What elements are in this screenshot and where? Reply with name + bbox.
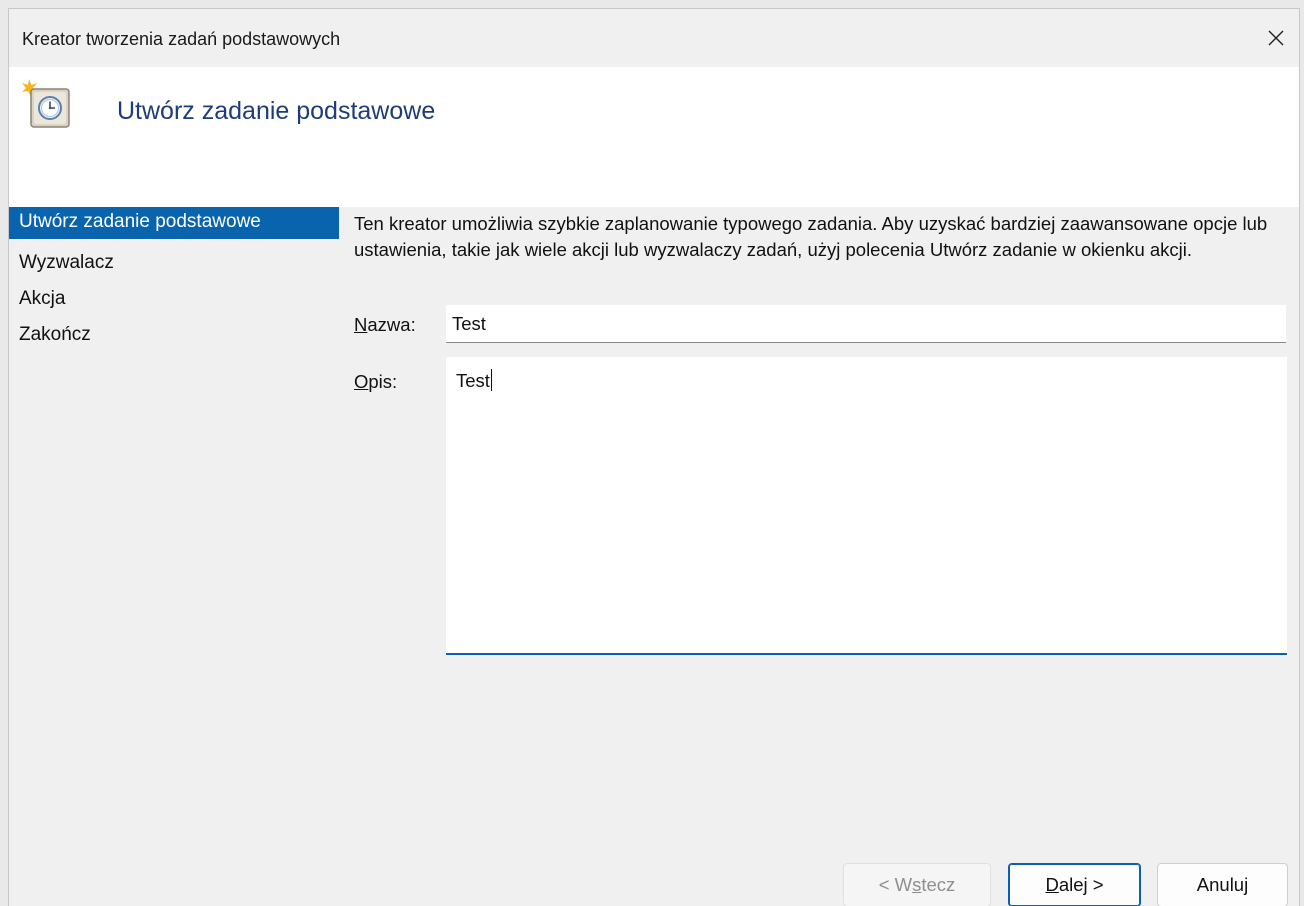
step-label: Utwórz zadanie podstawowe: [19, 211, 261, 232]
description-label: Opis:: [354, 371, 397, 393]
name-label-text: azwa:: [367, 314, 416, 335]
name-input[interactable]: [446, 305, 1286, 343]
task-scheduler-clock-icon: [22, 79, 70, 128]
close-icon: [1268, 30, 1284, 46]
text-caret: [490, 369, 492, 391]
wizard-content: Ten kreator umożliwia szybkie zaplanowan…: [354, 207, 1294, 263]
description-textarea[interactable]: Test: [446, 357, 1287, 655]
wizard-steps-list: Utwórz zadanie podstawowe Wyzwalacz Akcj…: [9, 207, 339, 353]
step-finish[interactable]: Zakończ: [9, 317, 339, 353]
step-label: Zakończ: [19, 324, 91, 345]
next-label-accel: D: [1045, 874, 1059, 895]
description-label-text: pis:: [368, 371, 398, 392]
name-label-accelerator: N: [354, 314, 368, 335]
back-button[interactable]: < Ws tecz: [843, 863, 991, 906]
name-label: Nazwa:: [354, 314, 416, 336]
back-label-post: tecz: [921, 874, 956, 895]
close-button[interactable]: [1253, 9, 1299, 67]
title-bar[interactable]: Kreator tworzenia zadań podstawowych: [9, 9, 1299, 67]
wizard-header: Utwórz zadanie podstawowe: [9, 67, 1299, 207]
back-label-pre: < W: [878, 874, 913, 895]
page-title: Utwórz zadanie podstawowe: [117, 97, 436, 125]
cancel-button[interactable]: Anuluj: [1157, 863, 1288, 906]
cancel-label: Anuluj: [1196, 874, 1249, 895]
back-label-accel: s: [912, 874, 922, 895]
window-title: Kreator tworzenia zadań podstawowych: [22, 29, 341, 49]
step-trigger[interactable]: Wyzwalacz: [9, 245, 339, 281]
step-create-basic-task[interactable]: Utwórz zadanie podstawowe: [9, 207, 339, 239]
description-value: Test: [456, 370, 490, 391]
intro-text: Ten kreator umożliwia szybkie zaplanowan…: [354, 213, 1268, 260]
step-action[interactable]: Akcja: [9, 281, 339, 317]
wizard-window: Kreator tworzenia zadań podstawowych Utw…: [8, 8, 1300, 906]
next-label-post: alej >: [1058, 874, 1104, 895]
next-button[interactable]: Dalej >: [1008, 863, 1141, 906]
description-label-accelerator: O: [354, 371, 369, 392]
step-label: Akcja: [19, 288, 66, 309]
step-label: Wyzwalacz: [19, 252, 114, 273]
